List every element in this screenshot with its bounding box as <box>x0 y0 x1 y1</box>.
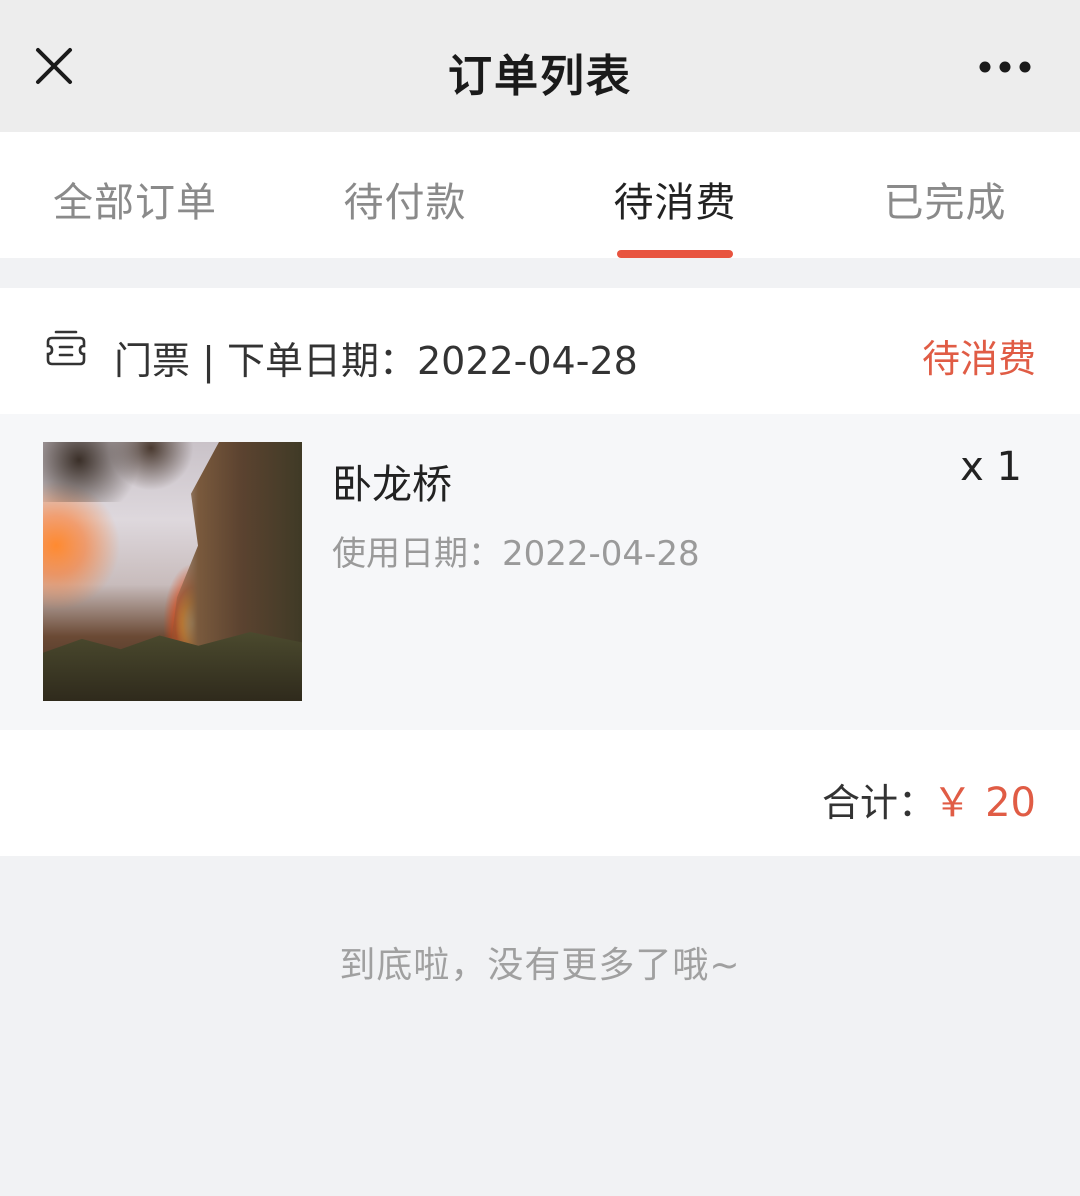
order-item[interactable]: 卧龙桥 使用日期：2022-04-28 x 1 <box>0 414 1080 730</box>
tab-completed[interactable]: 已完成 <box>835 170 1055 228</box>
order-status: 待消费 <box>921 337 1036 381</box>
tab-all-orders[interactable]: 全部订单 <box>25 170 245 228</box>
navigation-bar: 订单列表 <box>0 0 1080 132</box>
page-title: 订单列表 <box>448 51 632 102</box>
item-name: 卧龙桥 <box>332 462 452 508</box>
tab-pending-use[interactable]: 待消费 <box>565 170 785 228</box>
tab-pending-payment[interactable]: 待付款 <box>295 170 515 228</box>
total-amount: ￥ 20 <box>932 780 1036 826</box>
order-total: 合计： ￥ 20 <box>0 730 1080 856</box>
order-type-and-date: 门票 | 下单日期：2022-04-28 <box>114 339 638 383</box>
active-tab-indicator <box>617 250 733 258</box>
item-image <box>43 442 302 701</box>
order-tabs: 全部订单 待付款 待消费 已完成 <box>0 132 1080 258</box>
end-of-list-text: 到底啦，没有更多了哦~ <box>339 945 741 986</box>
more-horizontal-icon[interactable] <box>978 56 1032 78</box>
total-label: 合计： <box>822 781 937 825</box>
item-use-date: 使用日期：2022-04-28 <box>332 534 700 574</box>
order-header[interactable]: 门票 | 下单日期：2022-04-28 待消费 <box>0 288 1080 414</box>
item-quantity: x 1 <box>960 444 1022 490</box>
ticket-icon <box>46 330 86 366</box>
